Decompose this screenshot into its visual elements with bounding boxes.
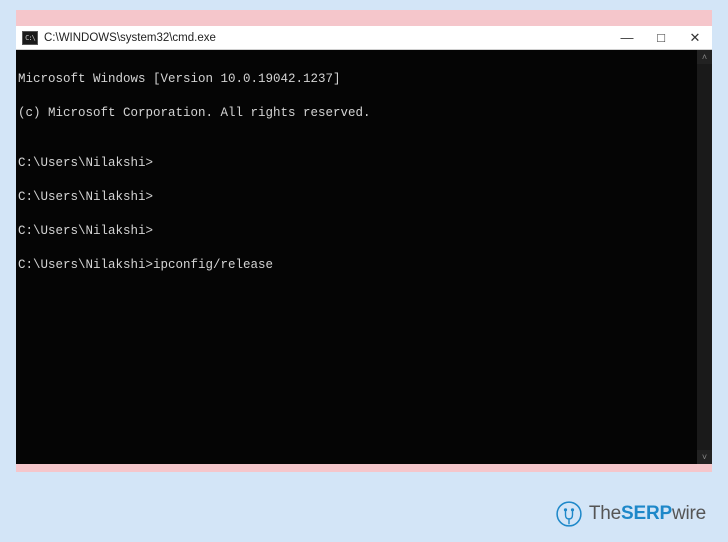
terminal-line: (c) Microsoft Corporation. All rights re… [16,105,697,122]
terminal-scrollbar[interactable]: ˄ ˅ [697,50,712,464]
window-titlebar[interactable]: C:\ C:\WINDOWS\system32\cmd.exe — □ ✕ [16,26,712,50]
decorative-strip-top [16,10,712,26]
terminal-container: Microsoft Windows [Version 10.0.19042.12… [16,50,712,464]
scroll-down-button[interactable]: ˅ [697,450,712,464]
window-controls: — □ ✕ [610,26,712,49]
terminal-output[interactable]: Microsoft Windows [Version 10.0.19042.12… [16,50,697,464]
window-title: C:\WINDOWS\system32\cmd.exe [44,32,216,44]
watermark-pre: The [589,503,621,524]
terminal-line: C:\Users\Nilakshi> [16,189,697,206]
serpwire-logo-icon [555,500,583,528]
watermark: TheSERPwire [555,500,706,528]
watermark-post: wire [672,503,706,524]
cmd-icon: C:\ [22,31,38,45]
terminal-line: Microsoft Windows [Version 10.0.19042.12… [16,71,697,88]
terminal-line: C:\Users\Nilakshi>ipconfig/release [16,257,697,274]
terminal-line: C:\Users\Nilakshi> [16,223,697,240]
terminal-line: C:\Users\Nilakshi> [16,155,697,172]
decorative-strip-bottom [16,464,712,472]
close-button[interactable]: ✕ [678,26,712,49]
watermark-text: TheSERPwire [589,503,706,525]
minimize-button[interactable]: — [610,26,644,49]
maximize-button[interactable]: □ [644,26,678,49]
screenshot-frame: C:\ C:\WINDOWS\system32\cmd.exe — □ ✕ Mi… [16,10,712,472]
watermark-mid: SERP [621,503,672,524]
scroll-up-button[interactable]: ˄ [697,50,712,64]
